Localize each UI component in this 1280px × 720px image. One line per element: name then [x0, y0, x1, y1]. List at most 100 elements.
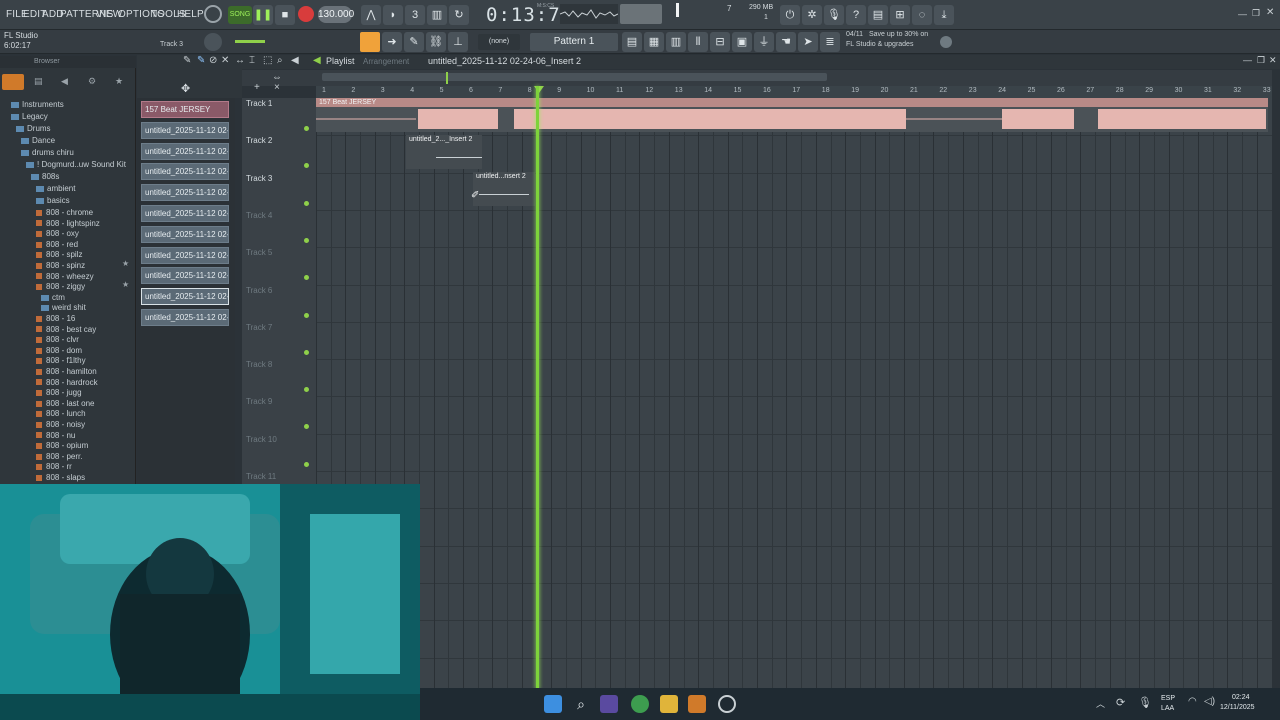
pattern-selector[interactable]: Pattern 1 [530, 33, 618, 51]
record-button[interactable] [298, 6, 314, 22]
pattern-item[interactable]: untitled_2025-11-12 02-... [141, 267, 229, 285]
stop-button[interactable]: ■ [275, 5, 295, 25]
track-name[interactable]: Track 2 [246, 136, 272, 145]
browser-folder[interactable]: Dance [21, 136, 55, 146]
arrow-right-icon[interactable]: ➜ [382, 32, 402, 52]
track-name[interactable]: Track 8 [246, 360, 272, 369]
chrome-icon[interactable] [631, 695, 649, 713]
browser-folder[interactable]: ambient [36, 184, 75, 194]
keyboard-layout[interactable]: LAA [1161, 705, 1174, 712]
browser-file[interactable]: 808 - spilz [36, 250, 82, 260]
browser-folder[interactable]: drums chiru [21, 148, 74, 158]
track-enable-led[interactable] [304, 275, 309, 281]
pattern-song-icon[interactable] [360, 32, 380, 52]
slice-tool-icon[interactable]: ⌶ [249, 55, 255, 66]
pattern-item[interactable]: untitled_2025-11-12 02-... [141, 142, 229, 160]
browser-file[interactable]: 808 - ziggy [36, 282, 85, 292]
chat-icon[interactable]: ◌ [912, 5, 932, 25]
clip-157-beat[interactable]: 157 Beat JERSEY [316, 98, 1268, 132]
pattern-item[interactable]: untitled_2025-11-12 02-... [141, 163, 229, 181]
pattern-item[interactable]: untitled_2025-11-12 02-... [141, 121, 229, 139]
pattern-item[interactable]: untitled_2025-11-12 02-... [141, 184, 229, 202]
main-pitch-slider[interactable] [235, 40, 265, 43]
mute-tool-icon[interactable]: ✕ [221, 55, 229, 66]
tray-chevron-icon[interactable]: ︿ [1096, 697, 1105, 710]
track-enable-led[interactable] [304, 126, 309, 131]
windows-start-icon[interactable] [544, 695, 562, 713]
promo-line1[interactable]: Save up to 30% on [869, 31, 928, 38]
openai-icon[interactable] [718, 695, 736, 713]
help-icon[interactable]: ? [846, 5, 866, 25]
touch-icon[interactable]: ☚ [776, 32, 796, 52]
favorite-star-icon[interactable]: ★ [122, 280, 129, 289]
browser-file[interactable]: 808 - f1lthy [36, 356, 86, 366]
file-explorer-icon[interactable] [660, 695, 678, 713]
browser-folder[interactable]: ctm [41, 293, 65, 303]
pattern-item[interactable]: untitled_2025-11-12 02-... [141, 246, 229, 264]
browser-file[interactable]: 808 - clvr [36, 335, 79, 345]
playlist-options-icon[interactable]: ◀ [313, 55, 321, 66]
browser-file[interactable]: 808 - lunch [36, 409, 86, 419]
microphone-icon[interactable]: 🎙 [824, 5, 844, 25]
piano-roll-icon[interactable]: ▦ [644, 32, 664, 52]
track-enable-led[interactable] [304, 312, 309, 318]
browser-file[interactable]: 808 - red [36, 240, 78, 250]
browser-files-icon[interactable]: ▤ [34, 76, 43, 87]
favorite-star-icon[interactable]: ★ [122, 259, 129, 268]
countdown-icon[interactable]: 3 [405, 5, 425, 25]
step-edit-icon[interactable]: ▥ [427, 5, 447, 25]
pattern-picker-icon[interactable]: ✥ [181, 82, 190, 95]
browser-file[interactable]: 808 - hardrock [36, 378, 98, 388]
browser-file[interactable]: 808 - hamilton [36, 367, 97, 377]
close-icon[interactable]: ✕ [1266, 7, 1274, 18]
fl-studio-icon[interactable] [688, 695, 706, 713]
browser-file[interactable]: 808 - chrome [36, 208, 93, 218]
browser-folder[interactable]: Legacy [11, 112, 48, 122]
pattern-item[interactable]: untitled_2025-11-12 02-... [141, 309, 229, 326]
paperplane-icon[interactable]: ➤ [798, 32, 818, 52]
tray-mic-icon[interactable]: 🎙 [1138, 696, 1152, 709]
tray-sync-icon[interactable]: ⟳ [1116, 696, 1125, 709]
mixer-icon[interactable]: ✲ [802, 5, 822, 25]
timeline-ruler[interactable]: 1 2 3 4 5 6 7 8 9 10 11 12 13 14 15 16 17 18 19 20 21 22 23 24 2… [316, 86, 1272, 98]
language-code[interactable]: ESP [1161, 695, 1175, 702]
news-icon[interactable]: ≣ [820, 32, 840, 52]
browser-file[interactable]: 808 - spinz [36, 261, 85, 271]
browser-file[interactable]: 808 - jugg [36, 388, 82, 398]
track-name[interactable]: Track 4 [246, 211, 272, 220]
pattern-item[interactable]: untitled_2025-11-12 02-... [141, 225, 229, 243]
playback-tool-icon[interactable]: ◀ [291, 55, 299, 66]
browser-file[interactable]: 808 - slaps [36, 473, 85, 483]
pattern-item[interactable]: 157 Beat JERSEY [141, 101, 229, 118]
save-icon[interactable]: ▤ [868, 5, 888, 25]
browser-all-tab[interactable] [2, 74, 24, 90]
browser-plugin-icon[interactable]: ⚙ [88, 76, 96, 87]
slip-tool-icon[interactable]: ↔ [235, 55, 245, 66]
browser-folder[interactable]: ! Dogmurd..uw Sound Kit [26, 160, 126, 170]
reset-icon[interactable]: ⏻ [780, 5, 800, 25]
track-enable-led[interactable] [304, 387, 309, 393]
clock-date[interactable]: 12/11/2025 [1220, 704, 1255, 711]
playlist-maximize-icon[interactable]: ❐ [1257, 55, 1265, 66]
link-icon[interactable]: ⛓ [426, 32, 446, 52]
track-name[interactable]: Track 7 [246, 323, 272, 332]
download-icon[interactable]: ⤓ [934, 5, 954, 25]
track-name[interactable]: Track 9 [246, 397, 272, 406]
browser-file[interactable]: 808 - wheezy [36, 272, 94, 282]
horizontal-scrollbar[interactable] [322, 73, 827, 81]
track-name[interactable]: Track 11 [246, 472, 276, 481]
song-mode-toggle[interactable]: SONG [228, 6, 252, 24]
browser-file[interactable]: 808 - last one [36, 399, 94, 409]
pattern-item[interactable]: untitled_2025-11-12 02-... [141, 288, 229, 306]
browser-file[interactable]: 808 - noisy [36, 420, 85, 430]
pencil-icon[interactable]: ✎ [404, 32, 424, 52]
restore-icon[interactable]: ❐ [1252, 8, 1260, 19]
browser-folder[interactable]: basics [36, 196, 70, 206]
wait-input-icon[interactable]: ◗ [383, 5, 403, 25]
browser-folder[interactable]: Drums [16, 124, 51, 134]
browser-speaker-icon[interactable]: ◀ [61, 76, 68, 87]
track-name[interactable]: Track 6 [246, 286, 272, 295]
browser-file[interactable]: 808 - perr. [36, 452, 82, 462]
channel-rack-icon[interactable]: ▥ [666, 32, 686, 52]
snap-selector[interactable]: (none) [478, 34, 520, 50]
